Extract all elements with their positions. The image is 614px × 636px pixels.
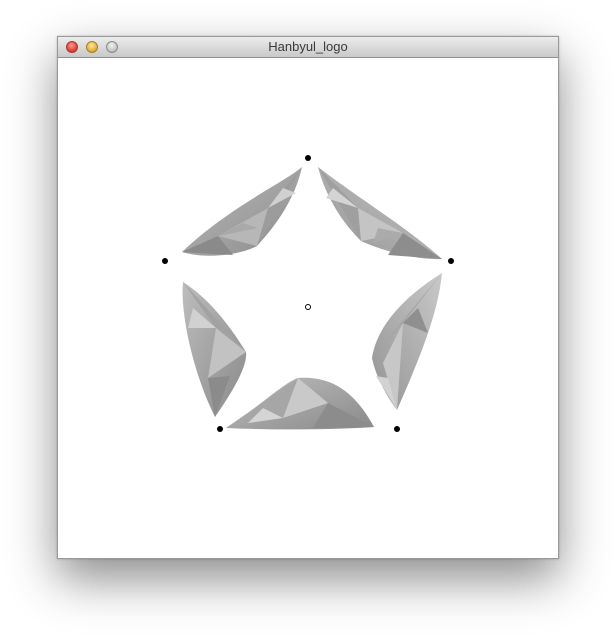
vertex-marker-bottom-left	[217, 426, 223, 432]
logo-drawing	[162, 155, 454, 432]
vertex-marker-top	[305, 155, 311, 161]
vertex-marker-left	[162, 258, 168, 264]
shard-top-right	[318, 167, 442, 260]
vertex-marker-right	[448, 258, 454, 264]
shard-left	[182, 282, 247, 417]
center-marker	[305, 304, 311, 310]
logo-canvas	[58, 58, 558, 558]
shard-bottom	[226, 377, 374, 430]
shard-top-left	[182, 167, 302, 256]
shard-right	[372, 273, 442, 410]
window-title: Hanbyul_logo	[268, 39, 348, 54]
vertex-marker-bottom-right	[394, 426, 400, 432]
app-window: Hanbyul_logo	[57, 36, 559, 559]
title-bar[interactable]: Hanbyul_logo	[58, 37, 558, 58]
